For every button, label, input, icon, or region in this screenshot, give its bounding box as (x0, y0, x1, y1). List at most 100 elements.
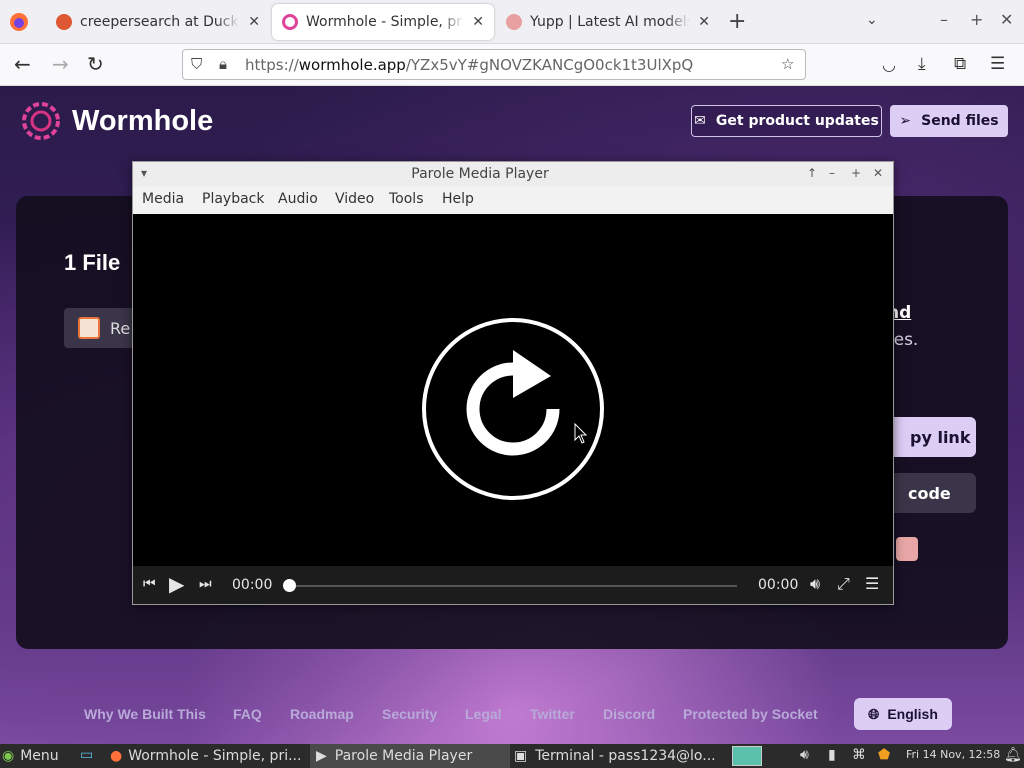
brand-name: Wormhole (72, 104, 214, 137)
seek-bar[interactable] (289, 585, 737, 587)
terminal-icon: ▣ (514, 748, 528, 764)
button-label: Send files (921, 113, 999, 129)
lock-icon[interactable]: 🔒︎ (219, 55, 227, 73)
bookmark-star-icon[interactable]: ☆ (781, 55, 794, 73)
close-icon[interactable]: ✕ (873, 166, 883, 180)
delete-button[interactable] (896, 537, 918, 561)
menu-label: Menu (20, 748, 59, 764)
url-scheme: https:// (245, 56, 299, 74)
video-file-icon (78, 317, 100, 339)
footer-link[interactable]: Protected by Socket (683, 706, 818, 722)
file-count-title: 1 File (64, 250, 121, 275)
taskbar-window-title: Parole Media Player (334, 748, 473, 764)
tab-yupp[interactable]: Yupp | Latest AI models ✕ (496, 4, 720, 40)
taskbar-window-terminal[interactable]: ▣ Terminal - pass1234@lo... (512, 744, 717, 768)
send-icon: ➢ (899, 113, 912, 129)
brand[interactable]: Wormhole (20, 100, 213, 142)
previous-track-icon[interactable]: ⏮ (143, 576, 156, 592)
shield-icon[interactable]: ⛉ (191, 55, 202, 73)
get-product-updates-button[interactable]: ✉ Get product updates (691, 105, 882, 137)
battery-icon[interactable]: ▮ (828, 747, 836, 763)
url-host: wormhole.app (298, 56, 406, 74)
video-area[interactable] (133, 214, 893, 566)
mint-logo-icon: ◉ (2, 748, 15, 764)
language-button[interactable]: 🌐︎ English (854, 698, 952, 730)
reload-icon[interactable]: ↻ (87, 52, 104, 76)
new-tab-icon[interactable]: + (728, 9, 746, 34)
menu-help[interactable]: Help (442, 191, 474, 207)
globe-icon: 🌐︎ (868, 705, 880, 722)
minimize-icon[interactable]: – (829, 166, 835, 180)
download-icon[interactable]: ⤓ (918, 54, 926, 74)
file-name: Re (110, 318, 131, 338)
elapsed-time: 00:00 (232, 577, 273, 593)
taskbar-window-firefox[interactable]: ● Wormhole - Simple, pri... (110, 744, 308, 768)
tab-wormhole[interactable]: Wormhole - Simple, priv ✕ (272, 4, 494, 40)
forward-icon[interactable]: → (52, 52, 69, 76)
maximize-icon[interactable]: + (970, 10, 983, 29)
footer-link[interactable]: Twitter (530, 706, 575, 722)
hamburger-menu-icon[interactable]: ☰ (990, 54, 1005, 74)
close-icon[interactable]: ✕ (472, 14, 484, 30)
menu-audio[interactable]: Audio (278, 191, 318, 207)
replay-icon[interactable] (420, 316, 606, 502)
menu-playback[interactable]: Playback (202, 191, 264, 207)
next-track-icon[interactable]: ⏭ (199, 576, 212, 592)
wormhole-icon (282, 14, 298, 30)
back-icon[interactable]: ← (14, 52, 31, 76)
footer-link[interactable]: Security (382, 706, 437, 722)
minimize-icon[interactable]: – (940, 10, 948, 29)
chevron-down-icon[interactable]: ⌄ (866, 12, 878, 28)
menu-media[interactable]: Media (142, 191, 184, 207)
volume-icon[interactable]: 🔊︎ (800, 747, 809, 763)
clock[interactable]: Fri 14 Nov, 12:58 (906, 748, 1000, 761)
taskbar-window-title: Terminal - pass1234@lo... (535, 748, 716, 764)
footer-link[interactable]: Why We Built This (84, 706, 206, 722)
pocket-icon[interactable]: ◡ (882, 55, 896, 74)
browser-tab-bar: creepersearch at DuckD ✕ Wormhole - Simp… (0, 0, 1024, 44)
extensions-icon[interactable]: ⧉ (954, 54, 966, 74)
play-icon[interactable]: ▶ (169, 572, 184, 596)
yupp-icon (506, 14, 522, 30)
menu-video[interactable]: Video (335, 191, 374, 207)
taskbar-window-title: Wormhole - Simple, pri... (128, 748, 302, 764)
footer-link[interactable]: Roadmap (290, 706, 354, 722)
tab-title: Wormhole - Simple, priv (306, 14, 465, 30)
playlist-icon[interactable]: ☰ (865, 574, 879, 593)
fullscreen-icon[interactable]: ⤢ (837, 574, 850, 594)
footer-link[interactable]: Discord (603, 706, 655, 722)
footer-link[interactable]: Legal (465, 706, 502, 722)
footer-link[interactable]: FAQ (233, 706, 262, 722)
window-titlebar[interactable]: ▾ Parole Media Player ↑ – + ✕ (133, 162, 893, 186)
close-icon[interactable]: ✕ (698, 14, 710, 30)
show-desktop-icon[interactable]: ▭ (80, 747, 93, 763)
menu-tools[interactable]: Tools (389, 191, 424, 207)
start-menu-button[interactable]: ◉ Menu (2, 744, 72, 768)
send-files-button[interactable]: ➢ Send files (890, 105, 1008, 137)
maximize-icon[interactable]: + (851, 166, 861, 180)
taskbar: ◉ Menu ▭ ● Wormhole - Simple, pri... ▶ P… (0, 744, 1024, 768)
always-on-top-icon[interactable]: ↑ (807, 166, 817, 180)
firefox-icon: ● (110, 748, 123, 764)
notification-bell-icon[interactable]: 🔔︎ (1004, 747, 1022, 763)
language-label: English (887, 706, 938, 722)
parole-icon: ▶ (316, 748, 327, 764)
firefox-icon[interactable] (8, 11, 30, 33)
update-shield-icon[interactable]: ⬟ (878, 747, 890, 763)
mail-icon: ✉ (694, 113, 706, 129)
url-bar[interactable]: ⛉ 🔒︎ https://wormhole.app/YZx5vY#gNOVZKA… (182, 49, 806, 80)
close-window-icon[interactable]: ✕ (1000, 10, 1013, 29)
network-icon[interactable]: ⌘ (852, 747, 866, 763)
taskbar-window-parole[interactable]: ▶ Parole Media Player (310, 744, 510, 768)
seek-handle[interactable] (283, 579, 296, 592)
wormhole-logo-icon (22, 102, 60, 140)
duration-time: 00:00 (758, 577, 799, 593)
playback-controls: ⏮ ▶ ⏭ 00:00 00:00 🔊︎ ⤢ ☰ (133, 566, 893, 604)
tab-duckduckgo[interactable]: creepersearch at DuckD ✕ (46, 4, 270, 40)
url-text[interactable]: https://wormhole.app/YZx5vY#gNOVZKANCgO0… (245, 56, 693, 74)
close-icon[interactable]: ✕ (248, 14, 260, 30)
workspace-switcher[interactable] (732, 746, 762, 766)
volume-icon[interactable]: 🔊︎ (810, 574, 820, 594)
window-title: Parole Media Player (411, 166, 549, 182)
menu-bar: Media Playback Audio Video Tools Help (133, 186, 893, 214)
